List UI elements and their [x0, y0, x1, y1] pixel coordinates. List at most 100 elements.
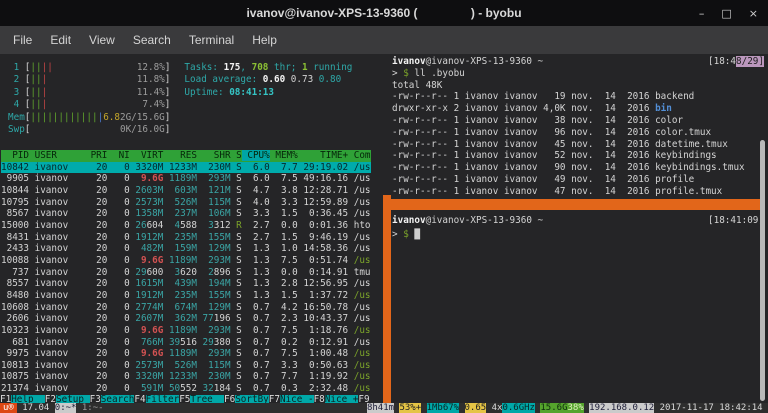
column-header-virt[interactable]: VIRT	[130, 150, 164, 161]
column-header-mem%[interactable]: MEM%	[270, 150, 298, 161]
terminal-area[interactable]: 1 [|||| 12.8%] 2 [||| 11.8%] 3 [||| 11.4…	[0, 54, 768, 413]
pid: 681	[1, 337, 35, 348]
meter-bracket: ]	[165, 87, 171, 98]
mem-value: 9.6G	[130, 325, 164, 336]
scrollbar[interactable]	[760, 140, 765, 401]
column-header-time+[interactable]: TIME+	[298, 150, 348, 161]
ni: 0	[107, 255, 129, 266]
fkey-label-f4[interactable]: Filter	[146, 395, 180, 403]
time: 2:32.48	[298, 383, 348, 394]
column-header-ni[interactable]: NI	[107, 150, 129, 161]
table-row[interactable]: 10088 ivanov 20 0 9.6G 1189M 293M S 1.3 …	[1, 255, 371, 267]
ni: 0	[107, 220, 129, 231]
menubar: FileEditViewSearchTerminalHelp	[0, 26, 768, 54]
fkey-label-f6[interactable]: SortBy	[235, 395, 269, 403]
titlebar[interactable]: ivanov@ivanov-XPS-13-9360 ( ) - byobu – …	[0, 0, 768, 26]
fkey-label-f2[interactable]: Setup	[56, 395, 90, 403]
fkey-f3[interactable]: F3	[90, 395, 101, 403]
table-row[interactable]: 8480 ivanov 20 0 1912M 235M 155M S 1.3 1…	[1, 290, 371, 302]
mem-value: 121M	[197, 185, 231, 196]
close-button[interactable]: ×	[749, 7, 758, 20]
table-row[interactable]: 10842 ivanov 20 0 3320M 1233M 230M S 6.0…	[1, 162, 371, 174]
fkey-label-f3[interactable]: Search	[101, 395, 135, 403]
mem-bars-green: ||||||||||||	[30, 112, 97, 123]
table-row[interactable]: 10323 ivanov 20 0 9.6G 1189M 293M S 0.7 …	[1, 325, 371, 337]
column-header-com[interactable]: Com	[348, 150, 370, 161]
user: ivanov	[35, 220, 91, 231]
mem-percent: 2.8	[270, 278, 298, 289]
table-row[interactable]: 10795 ivanov 20 0 2573M 526M 115M S 4.0 …	[1, 197, 371, 209]
column-header-user[interactable]: USER	[35, 150, 91, 161]
column-header-s[interactable]: S	[231, 150, 242, 161]
table-row[interactable]: 737 ivanov 20 0 29600 3620 2896 S 1.3 0.…	[1, 267, 371, 279]
fkey-f2[interactable]: F2	[45, 395, 56, 403]
table-row[interactable]: 2606 ivanov 20 0 2607M 362M 77196 S 0.7 …	[1, 313, 371, 325]
user: ivanov	[35, 371, 91, 382]
fkey-f7[interactable]: F7	[269, 395, 280, 403]
time: 1:00.48	[298, 348, 348, 359]
fkey-label-f7[interactable]: Nice -	[280, 395, 314, 403]
mem-value: 312	[214, 220, 231, 231]
mem-value: 1189M	[163, 325, 197, 336]
table-row[interactable]: 10813 ivanov 20 0 2573M 526M 115M S 0.7 …	[1, 360, 371, 372]
table-row[interactable]: 21374 ivanov 20 0 591M 50552 32184 S 0.7…	[1, 383, 371, 395]
menu-item-search[interactable]: Search	[124, 30, 180, 50]
maximize-button[interactable]: □	[721, 7, 731, 20]
fkey-f5[interactable]: F5	[179, 395, 190, 403]
file-meta: -rw-r--r-- 1 ivanov ivanov 19 nov. 14 20…	[392, 91, 655, 102]
table-row[interactable]: 9975 ivanov 20 0 9.6G 1189M 293M S 0.7 7…	[1, 348, 371, 360]
mem-value: 293M	[197, 173, 231, 184]
ni: 0	[107, 360, 129, 371]
swp-meter: Swp[ 0K/16.0G]	[8, 124, 170, 136]
cpu-percent: 4.0	[242, 197, 270, 208]
status-badge[interactable]: 0:~*	[55, 403, 77, 413]
table-row[interactable]: 10875 ivanov 20 0 3320M 1233M 230M S 0.7…	[1, 371, 371, 383]
table-row[interactable]: 8567 ivanov 20 0 1358M 237M 106M S 3.3 1…	[1, 208, 371, 220]
fkey-f8[interactable]: F8	[314, 395, 325, 403]
column-header-pid[interactable]: PID	[1, 150, 35, 161]
menu-item-edit[interactable]: Edit	[41, 30, 80, 50]
menu-item-view[interactable]: View	[80, 30, 124, 50]
table-row[interactable]: 15000 ivanov 20 0 26604 4588 3312 R 2.7 …	[1, 220, 371, 232]
uptime-line: Uptime: 08:41:13	[184, 87, 352, 99]
shell-pane-bottom[interactable]: ivanov@ivanov-XPS-13-9360 ~[18:41:09]> $…	[392, 214, 764, 241]
state: S	[231, 173, 242, 184]
menu-item-help[interactable]: Help	[243, 30, 286, 50]
ni: 0	[107, 267, 129, 278]
fkey-label-f5[interactable]: Tree	[190, 395, 224, 403]
fkey-label-f1[interactable]: Help	[11, 395, 45, 403]
fkey-f1[interactable]: F1	[0, 395, 11, 403]
mem-percent: 7.5	[270, 173, 298, 184]
table-row[interactable]: 8557 ivanov 20 0 1615M 439M 194M S 1.3 2…	[1, 278, 371, 290]
file-row: -rw-r--r-- 1 ivanov ivanov 96 nov. 14 20…	[392, 127, 764, 139]
mem-value: 600	[147, 267, 164, 278]
fkey-label-f8[interactable]: Nice +	[325, 395, 359, 403]
pri: 20	[91, 243, 108, 254]
state: S	[231, 360, 242, 371]
column-header-pri[interactable]: PRI	[91, 150, 108, 161]
time: 0:50.63	[298, 360, 348, 371]
fkey-f6[interactable]: F6	[224, 395, 235, 403]
file-meta: drwxr-xr-x 2 ivanov ivanov 4,0K nov. 14 …	[392, 103, 655, 114]
column-header-cpu%[interactable]: CPU%	[242, 150, 270, 161]
mem-value: 2	[197, 267, 214, 278]
table-row[interactable]: 2433 ivanov 20 0 482M 159M 129M S 1.3 1.…	[1, 243, 371, 255]
table-row[interactable]: 681 ivanov 20 0 766M 39516 29380 S 0.7 0…	[1, 337, 371, 349]
menu-item-file[interactable]: File	[4, 30, 41, 50]
cpu-percent: 0.7	[242, 313, 270, 324]
menu-item-terminal[interactable]: Terminal	[180, 30, 243, 50]
table-row[interactable]: 9905 ivanov 20 0 9.6G 1189M 293M S 6.0 7…	[1, 173, 371, 185]
user: ivanov	[35, 162, 91, 173]
column-header-shr[interactable]: SHR	[197, 150, 231, 161]
shell-pane-top[interactable]: ivanov@ivanov-XPS-13-9360 ~[18:48/29]> $…	[392, 56, 764, 198]
table-row[interactable]: 10844 ivanov 20 0 2603M 603M 121M S 4.7 …	[1, 185, 371, 197]
fkey-f9[interactable]: F9	[358, 395, 369, 403]
pri: 20	[91, 348, 108, 359]
minimize-button[interactable]: –	[699, 7, 705, 20]
table-row[interactable]: 8431 ivanov 20 0 1912M 235M 155M S 2.7 1…	[1, 232, 371, 244]
column-header-res[interactable]: RES	[163, 150, 197, 161]
fkey-f4[interactable]: F4	[134, 395, 145, 403]
mem-value: 1189M	[163, 255, 197, 266]
table-row[interactable]: 10608 ivanov 20 0 2774M 674M 129M S 0.7 …	[1, 302, 371, 314]
status-badge: 1Mb67%	[427, 403, 460, 413]
